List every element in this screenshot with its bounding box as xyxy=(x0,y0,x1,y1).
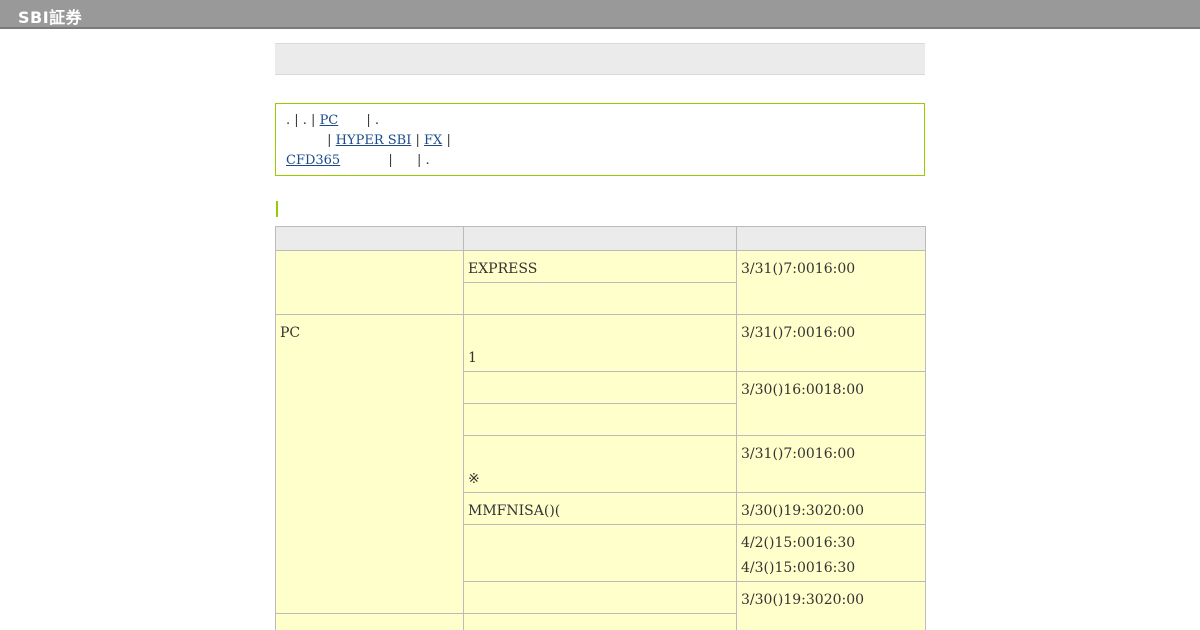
header-category xyxy=(275,226,464,251)
maintenance-schedule-table: EXPRESS 3/31()7:0016:00 PC 1 3/31()7:001… xyxy=(275,226,926,630)
service-cell xyxy=(463,581,737,614)
blank-link-2[interactable] xyxy=(455,133,486,148)
cfd365-link[interactable]: CFD365 xyxy=(286,153,378,168)
header-service xyxy=(463,226,737,251)
service-cell: 1 xyxy=(463,314,737,372)
time-cell: 3/31()7:0016:00 xyxy=(736,435,926,493)
hyper-sbi-link[interactable]: HYPER SBI xyxy=(336,133,412,148)
service-cell: MMFNISA()( xyxy=(463,492,737,525)
main-content: . | . | PC | . | HYPER SBI | FX | CFD365… xyxy=(275,43,926,630)
time-cell: 3/30()16:0018:00 xyxy=(736,371,926,436)
service-cell: ※ xyxy=(463,435,737,493)
time-cell: 3/30()19:3020:00 xyxy=(736,581,926,630)
sbi-logo[interactable]: SBI証券 xyxy=(18,4,82,28)
time-cell: 4/2()15:0016:30 4/3()15:0016:30 xyxy=(736,524,926,582)
affected-services-box: . | . | PC | . | HYPER SBI | FX | CFD365… xyxy=(275,103,925,176)
pc-link[interactable]: PC xyxy=(320,113,363,128)
category-cell-3 xyxy=(275,613,464,630)
info-line-3: CFD365 | | . xyxy=(286,153,430,168)
info-line-1: . | . | PC | . xyxy=(286,113,380,128)
table-header-row xyxy=(275,226,926,251)
time-cell: 3/30()19:3020:00 xyxy=(736,492,926,525)
service-cell xyxy=(463,282,737,315)
service-cell: EXPRESS xyxy=(463,250,737,283)
blank-link-1[interactable] xyxy=(286,133,317,148)
category-cell-pc: PC xyxy=(275,314,464,614)
service-cell xyxy=(463,613,737,630)
section-marker xyxy=(276,201,278,217)
top-bar: SBI証券 xyxy=(0,0,1200,29)
fx-link[interactable]: FX xyxy=(424,133,442,148)
header-time xyxy=(736,226,926,251)
category-cell-1 xyxy=(275,250,464,315)
service-cell xyxy=(463,403,737,436)
info-line-2: | HYPER SBI | FX | xyxy=(286,131,914,151)
table-row: PC 1 3/31()7:0016:00 xyxy=(275,314,926,614)
table-row: EXPRESS 3/31()7:0016:00 xyxy=(275,250,926,315)
time-cell: 3/31()7:0016:00 xyxy=(736,314,926,372)
blank-link-3[interactable] xyxy=(397,153,413,168)
service-cell xyxy=(463,371,737,404)
gray-title-band xyxy=(275,43,925,75)
time-cell: 3/31()7:0016:00 xyxy=(736,250,926,315)
service-cell xyxy=(463,524,737,582)
